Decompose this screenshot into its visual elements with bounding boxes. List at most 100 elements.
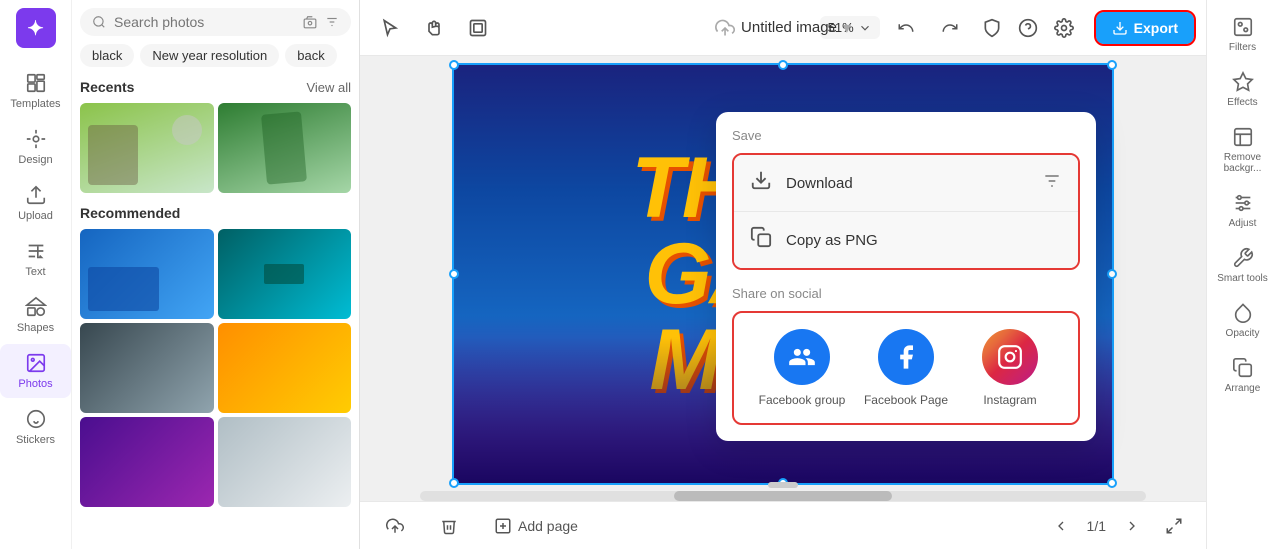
remove-bg-label: Remove backgr... bbox=[1211, 152, 1274, 174]
right-sidebar: Filters Effects Remove backgr... Adjust … bbox=[1206, 0, 1278, 549]
share-section-title: Share on social bbox=[732, 286, 1080, 301]
sidebar-item-photos[interactable]: Photos bbox=[0, 344, 71, 398]
app-logo: ✦ bbox=[16, 8, 56, 48]
share-grid: Facebook group Facebook Page Instagram bbox=[734, 313, 1078, 423]
corner-icons bbox=[976, 12, 1080, 44]
sidebar-item-design[interactable]: Design bbox=[0, 120, 71, 174]
right-remove-bg[interactable]: Remove backgr... bbox=[1207, 118, 1278, 182]
document-title-area: Untitled image ▾ bbox=[715, 18, 851, 38]
export-dropdown: Save Download Copy as PNG bbox=[716, 112, 1096, 441]
download-settings-icon[interactable] bbox=[1042, 171, 1062, 196]
recommended-title: Recommended bbox=[80, 205, 180, 221]
recommended-header: Recommended bbox=[80, 205, 351, 221]
share-fb-group[interactable]: Facebook group bbox=[750, 329, 854, 407]
settings-icon[interactable] bbox=[1048, 12, 1080, 44]
redo-button[interactable] bbox=[932, 10, 968, 46]
sidebar-item-photos-label: Photos bbox=[18, 378, 52, 390]
prev-page-icon bbox=[1053, 518, 1069, 534]
camera-icon bbox=[303, 14, 317, 30]
share-fb-page[interactable]: Facebook Page bbox=[854, 329, 958, 407]
opacity-label: Opacity bbox=[1226, 328, 1260, 339]
search-bar[interactable] bbox=[80, 8, 351, 36]
horizontal-scrollbar[interactable] bbox=[420, 491, 1146, 501]
next-page-button[interactable] bbox=[1114, 508, 1150, 544]
tags-row: black New year resolution back bbox=[80, 44, 351, 67]
sidebar-item-text[interactable]: Text bbox=[0, 232, 71, 286]
sidebar-item-templates[interactable]: Templates bbox=[0, 64, 71, 118]
sidebar-item-templates-label: Templates bbox=[10, 98, 60, 110]
right-filters[interactable]: Filters bbox=[1207, 8, 1278, 61]
view-all-link[interactable]: View all bbox=[306, 80, 351, 95]
add-page-btn[interactable]: Add page bbox=[484, 511, 588, 541]
sidebar-item-stickers-label: Stickers bbox=[16, 434, 55, 446]
rec-photo-4[interactable] bbox=[218, 323, 352, 413]
remove-bg-icon bbox=[1232, 126, 1254, 148]
rec-photo-3[interactable] bbox=[80, 323, 214, 413]
sidebar-item-upload[interactable]: Upload bbox=[0, 176, 71, 230]
right-arrange[interactable]: Arrange bbox=[1207, 349, 1278, 402]
download-label: Download bbox=[786, 175, 1028, 192]
recent-photo-2[interactable] bbox=[218, 103, 352, 193]
trash-btn[interactable] bbox=[430, 511, 468, 541]
zoom-chevron-icon bbox=[858, 21, 872, 35]
right-smart-tools[interactable]: Smart tools bbox=[1207, 239, 1278, 292]
right-effects[interactable]: Effects bbox=[1207, 63, 1278, 116]
prev-page-button[interactable] bbox=[1043, 508, 1079, 544]
export-icon bbox=[1112, 20, 1128, 36]
select-tool-button[interactable] bbox=[372, 10, 408, 46]
upload-icon-btn[interactable] bbox=[376, 511, 414, 541]
effects-label: Effects bbox=[1227, 97, 1257, 108]
right-opacity[interactable]: Opacity bbox=[1207, 294, 1278, 347]
hand-tool-button[interactable] bbox=[416, 10, 452, 46]
copy-png-icon bbox=[750, 226, 772, 254]
search-input[interactable] bbox=[114, 14, 295, 30]
title-chevron-icon: ▾ bbox=[843, 18, 851, 38]
add-page-label: Add page bbox=[518, 518, 578, 534]
main-area: Untitled image ▾ 51% bbox=[360, 0, 1206, 549]
tag-black[interactable]: black bbox=[80, 44, 134, 67]
rec-photo-6[interactable] bbox=[218, 417, 352, 507]
recent-photo-1[interactable] bbox=[80, 103, 214, 193]
page-counter: 1/1 bbox=[1087, 518, 1106, 534]
instagram-label: Instagram bbox=[983, 393, 1036, 407]
expand-svg bbox=[1165, 517, 1183, 535]
sidebar-item-design-label: Design bbox=[18, 154, 52, 166]
page-nav: 1/1 bbox=[1043, 508, 1190, 544]
undo-button[interactable] bbox=[888, 10, 924, 46]
shield-icon[interactable] bbox=[976, 12, 1008, 44]
tag-newyear[interactable]: New year resolution bbox=[140, 44, 279, 67]
adjust-label: Adjust bbox=[1229, 218, 1257, 229]
recents-header: Recents View all bbox=[80, 79, 351, 95]
save-options-box: Download Copy as PNG bbox=[732, 153, 1080, 270]
sidebar-item-upload-label: Upload bbox=[18, 210, 53, 222]
help-icon[interactable] bbox=[1012, 12, 1044, 44]
right-adjust[interactable]: Adjust bbox=[1207, 184, 1278, 237]
copy-png-option[interactable]: Copy as PNG bbox=[734, 211, 1078, 268]
document-title[interactable]: Untitled image bbox=[741, 19, 837, 36]
rec-photo-1[interactable] bbox=[80, 229, 214, 319]
effects-icon bbox=[1232, 71, 1254, 93]
scrollbar-thumb[interactable] bbox=[674, 491, 892, 501]
export-button[interactable]: Export bbox=[1096, 12, 1194, 44]
sidebar-item-stickers[interactable]: Stickers bbox=[0, 400, 71, 454]
trash-icon bbox=[440, 517, 458, 535]
filter-icon bbox=[325, 14, 339, 30]
download-icon bbox=[750, 169, 772, 197]
top-bar: Untitled image ▾ 51% bbox=[360, 0, 1206, 56]
download-option[interactable]: Download bbox=[734, 155, 1078, 211]
sidebar-item-shapes-label: Shapes bbox=[17, 322, 54, 334]
export-label: Export bbox=[1134, 20, 1178, 36]
filters-icon bbox=[1232, 16, 1254, 38]
share-options-box: Facebook group Facebook Page Instagram bbox=[732, 311, 1080, 425]
opacity-icon bbox=[1232, 302, 1254, 324]
smart-tools-icon bbox=[1232, 247, 1254, 269]
tag-back[interactable]: back bbox=[285, 44, 336, 67]
rec-photo-2[interactable] bbox=[218, 229, 352, 319]
expand-icon[interactable] bbox=[1158, 510, 1190, 542]
sidebar-item-text-label: Text bbox=[25, 266, 45, 278]
sidebar-item-shapes[interactable]: Shapes bbox=[0, 288, 71, 342]
rec-photo-5[interactable] bbox=[80, 417, 214, 507]
share-instagram[interactable]: Instagram bbox=[958, 329, 1062, 407]
arrange-icon bbox=[1232, 357, 1254, 379]
frame-tool-button[interactable] bbox=[460, 10, 496, 46]
